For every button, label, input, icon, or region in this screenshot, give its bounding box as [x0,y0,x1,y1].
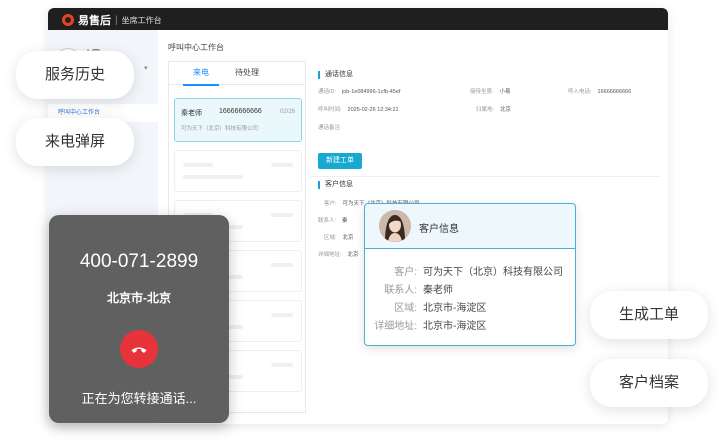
call-id-field: 通话ID: job-1e084996-1cfb-45ef [318,87,400,95]
field-value: 秦 [342,218,348,224]
row-label: 区域: [394,303,417,314]
contact-field: 联系人: 秦 [318,216,348,224]
placeholder-bar [183,175,243,179]
popup-title: 客户信息 [419,224,459,235]
incoming-call-panel: 400-071-2899 北京市-北京 正在为您转接通话... [49,215,229,423]
placeholder-bar [271,363,293,367]
field-label: 呼叫时间: [318,107,342,113]
tab-pending[interactable]: 待处理 [227,62,267,84]
top-bar: 易售后 | 坐席工作台 [48,8,668,30]
field-value: 小易 [499,89,511,95]
chevron-down-icon[interactable]: ▾ [144,64,148,72]
field-label: 接待坐席: [470,89,494,95]
field-value: job-1e084996-1cfb-45ef [342,89,401,95]
field-label: 联系人: [318,218,337,224]
row-value: 秦老师 [423,285,453,296]
call-date: 02/26 [279,109,295,115]
field-label: 归属地: [476,107,495,113]
location-field: 归属地: 北京 [476,105,511,113]
customer-archive-pill[interactable]: 客户档案 [590,359,708,407]
brand-name: 易售后 [78,15,111,27]
customer-info-popup: 客户信息 客户: 可为天下（北京）科技有限公司 联系人: 秦老师 区域: 北京市… [364,203,576,346]
service-history-pill[interactable]: 服务历史 [16,51,134,99]
caller-phone: 16666666666 [219,108,262,115]
placeholder-bar [183,163,213,167]
brand-mark-icon [62,14,74,26]
call-popup-pill[interactable]: 来电弹屏 [16,118,134,166]
app-subtitle: 坐席工作台 [121,15,162,25]
call-status: 正在为您转接通话... [81,391,197,406]
field-label: 客户: [324,201,337,207]
field-value: 16666666666 [597,89,632,95]
placeholder-bar [271,313,293,317]
field-value: 北京 [347,252,359,258]
region-field: 区域: 北京 [324,233,354,241]
row-value: 北京市-海淀区 [423,321,487,332]
row-label: 详细地址: [374,321,417,332]
brand-logo[interactable]: 易售后 | 坐席工作台 [62,12,162,28]
field-label: 呼入电话: [568,89,592,95]
row-value: 北京市-海淀区 [423,303,487,314]
new-work-order-button[interactable]: 新建工单 [318,153,362,169]
placeholder-bar [271,263,293,267]
field-value: 北京 [500,107,512,113]
field-label: 通话备注: [318,125,342,131]
row-label: 联系人: [384,285,417,296]
field-label: 区域: [324,235,337,241]
field-value: 北京 [342,235,354,241]
call-card-active[interactable]: 秦老师 16666666666 02/26 可为天下（北京）科技有限公司 [174,98,302,142]
field-value: 2025-02-26 12:34:21 [347,107,399,113]
caller-name: 秦老师 [181,110,202,117]
call-card-placeholder[interactable] [174,150,302,192]
caller-company: 可为天下（北京）科技有限公司 [181,126,259,132]
row-value: 可为天下（北京）科技有限公司 [423,267,563,278]
customer-portrait-icon [379,210,411,242]
placeholder-bar [271,213,293,217]
row-label: 客户: [394,267,417,278]
hang-up-button[interactable] [120,330,158,368]
page-title: 呼叫中心工作台 [168,43,224,52]
popup-header: 客户信息 [365,204,575,249]
generate-order-pill[interactable]: 生成工单 [590,291,708,339]
brand-separator: | [115,14,118,26]
section-divider [310,176,660,177]
caller-number-field: 呼入电话: 16666666666 [568,87,631,95]
incoming-number: 400-071-2899 [79,251,199,272]
tab-incoming[interactable]: 来电 [183,62,219,86]
customer-info-title: 客户信息 [318,181,353,189]
call-tabs: 来电 待处理 [169,62,305,86]
field-label: 详细地址: [318,252,342,258]
call-info-title: 通话信息 [318,71,353,79]
customer-avatar [379,210,411,242]
agent-field: 接待坐席: 小易 [470,87,511,95]
phone-hangup-icon [131,347,147,353]
address-field: 详细地址: 北京 [318,250,359,258]
incoming-location: 北京市-北京 [107,291,171,305]
field-label: 通话ID: [318,89,337,95]
placeholder-bar [271,163,293,167]
call-note-field[interactable]: 通话备注: [318,123,348,131]
call-time-field: 呼叫时间: 2025-02-26 12:34:21 [318,105,399,113]
